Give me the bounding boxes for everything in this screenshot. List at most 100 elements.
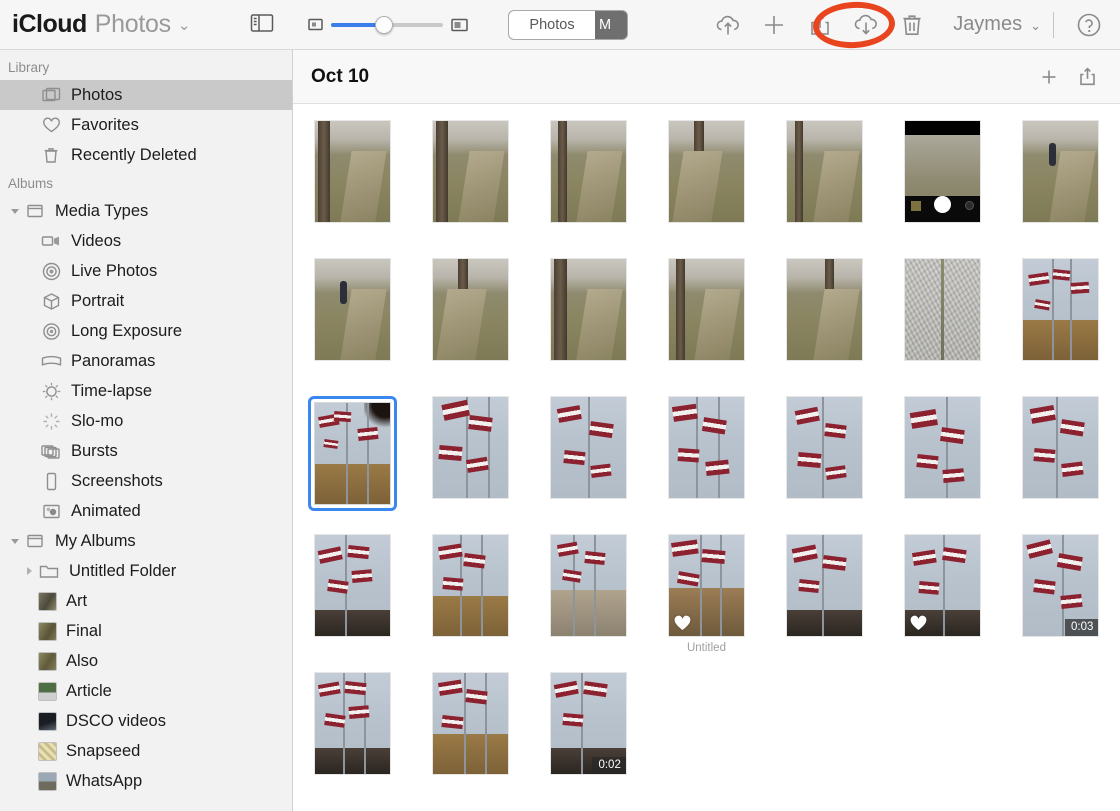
photo-thumbnail[interactable]: [1022, 258, 1099, 361]
photo-cell: [412, 250, 528, 388]
sidebar-item-whatsapp[interactable]: WhatsApp: [0, 766, 292, 796]
album-thumbnail: [38, 592, 57, 611]
photo-thumbnail-video[interactable]: 0:02: [550, 672, 627, 775]
sidebar-item-dsco-videos[interactable]: DSCO videos: [0, 706, 292, 736]
photo-thumbnail-video[interactable]: 0:03: [1022, 534, 1099, 637]
photo-thumbnail[interactable]: [550, 120, 627, 223]
photo-cell: [885, 112, 1001, 250]
sidebar-item-recently-deleted[interactable]: Recently Deleted: [0, 140, 292, 170]
disclosure-triangle-closed-icon[interactable]: [22, 566, 36, 576]
sidebar-toggle-icon[interactable]: [250, 13, 278, 37]
photo-thumbnail[interactable]: [668, 258, 745, 361]
photo-thumbnail[interactable]: [432, 534, 509, 637]
cloud-download-icon[interactable]: [843, 5, 889, 45]
photo-thumbnail[interactable]: [432, 120, 509, 223]
sidebar-item-live-photos[interactable]: Live Photos: [0, 256, 292, 286]
tab-memories[interactable]: M: [595, 11, 627, 39]
sidebar-item-art[interactable]: Art: [0, 586, 292, 616]
photo-thumbnail-favorite[interactable]: [904, 534, 981, 637]
photo-cell: [1003, 112, 1119, 250]
sidebar-item-slo-mo[interactable]: Slo-mo: [0, 406, 292, 436]
sidebar-item-portrait[interactable]: Portrait: [0, 286, 292, 316]
share-icon[interactable]: [1068, 60, 1106, 94]
brand-app-label: Photos: [95, 10, 171, 39]
photo-thumbnail[interactable]: [550, 396, 627, 499]
sidebar-item-time-lapse[interactable]: Time-lapse: [0, 376, 292, 406]
photo-thumbnail[interactable]: [432, 396, 509, 499]
sidebar-item-panoramas[interactable]: Panoramas: [0, 346, 292, 376]
photo-thumbnail[interactable]: [786, 120, 863, 223]
photo-grid: Untitled: [293, 112, 1120, 802]
photo-cell: 0:03: [1003, 526, 1119, 664]
photo-thumbnail[interactable]: [550, 534, 627, 637]
photo-thumbnail-stone[interactable]: [904, 258, 981, 361]
photo-cell-empty: [767, 664, 883, 802]
sidebar-item-my-albums[interactable]: My Albums: [0, 526, 292, 556]
zoom-in-thumbnail-icon[interactable]: [451, 18, 468, 32]
zoom-out-thumbnail-icon[interactable]: [308, 18, 323, 31]
photo-cell: [530, 250, 646, 388]
photo-cell: [885, 526, 1001, 664]
photo-thumbnail[interactable]: [314, 120, 391, 223]
photo-cell: [648, 250, 764, 388]
photo-thumbnail[interactable]: [786, 534, 863, 637]
photo-thumbnail[interactable]: [314, 534, 391, 637]
photo-thumbnail-selected[interactable]: [308, 396, 397, 511]
sidebar-item-animated[interactable]: Animated: [0, 496, 292, 526]
photo-cell: [530, 388, 646, 526]
photo-thumbnail[interactable]: [786, 396, 863, 499]
tab-photos[interactable]: Photos: [509, 11, 595, 39]
disclosure-triangle-open-icon[interactable]: [8, 536, 22, 546]
photo-cell: [412, 388, 528, 526]
photo-cell-empty: [1003, 664, 1119, 802]
photo-thumbnail[interactable]: [904, 396, 981, 499]
plus-icon[interactable]: [1030, 60, 1068, 94]
photo-thumbnail[interactable]: [550, 258, 627, 361]
help-icon[interactable]: [1066, 5, 1112, 45]
account-menu[interactable]: Jaymes ⌄: [953, 13, 1041, 36]
sidebar-item-snapseed[interactable]: Snapseed: [0, 736, 292, 766]
sidebar-item-bursts[interactable]: Bursts: [0, 436, 292, 466]
sidebar-item-article[interactable]: Article: [0, 676, 292, 706]
sidebar-item-final[interactable]: Final: [0, 616, 292, 646]
album-thumbnail: [38, 652, 57, 671]
album-thumbnail: [38, 622, 57, 641]
slider-thumb[interactable]: [375, 16, 393, 34]
photo-cell-empty: [648, 664, 764, 802]
sidebar-item-long-exposure[interactable]: Long Exposure: [0, 316, 292, 346]
photo-thumbnail[interactable]: [314, 672, 391, 775]
sidebar-item-label: Videos: [71, 232, 121, 251]
sidebar-item-screenshots[interactable]: Screenshots: [0, 466, 292, 496]
photo-thumbnail[interactable]: [668, 120, 745, 223]
photo-thumbnail[interactable]: [786, 258, 863, 361]
album-thumbnail: [38, 772, 57, 791]
sidebar-item-also[interactable]: Also: [0, 646, 292, 676]
main-body: Library Photos Favorites: [0, 50, 1120, 811]
photo-thumbnail-screenshot[interactable]: [904, 120, 981, 223]
sidebar-item-favorites[interactable]: Favorites: [0, 110, 292, 140]
photo-thumbnail[interactable]: [432, 672, 509, 775]
sidebar-item-media-types[interactable]: Media Types: [0, 196, 292, 226]
plus-icon[interactable]: [751, 5, 797, 45]
photo-thumbnail[interactable]: [668, 396, 745, 499]
thumbnail-size-slider[interactable]: [331, 23, 443, 27]
photo-thumbnail[interactable]: [1022, 120, 1099, 223]
sidebar-item-videos[interactable]: Videos: [0, 226, 292, 256]
sidebar-item-untitled-folder[interactable]: Untitled Folder: [0, 556, 292, 586]
photo-thumbnail[interactable]: [432, 258, 509, 361]
brand-chevron-down-icon[interactable]: ⌄: [178, 16, 191, 34]
brand-icloud-label: iCloud: [12, 10, 87, 39]
content-pane: Oct 10: [293, 50, 1120, 811]
photo-thumbnail[interactable]: [1022, 396, 1099, 499]
sidebar-item-label: WhatsApp: [66, 772, 142, 791]
sidebar-item-photos[interactable]: Photos: [0, 80, 292, 110]
photo-thumbnail-favorite[interactable]: [668, 534, 745, 637]
favorite-heart-icon: [910, 615, 927, 631]
disclosure-triangle-open-icon[interactable]: [8, 206, 22, 216]
share-icon[interactable]: [797, 5, 843, 45]
view-mode-segmented-control[interactable]: Photos M: [508, 10, 628, 40]
photo-thumbnail[interactable]: [314, 258, 391, 361]
trash-icon[interactable]: [889, 5, 935, 45]
cloud-upload-icon[interactable]: [705, 5, 751, 45]
photo-grid-scroll[interactable]: Untitled: [293, 104, 1120, 811]
